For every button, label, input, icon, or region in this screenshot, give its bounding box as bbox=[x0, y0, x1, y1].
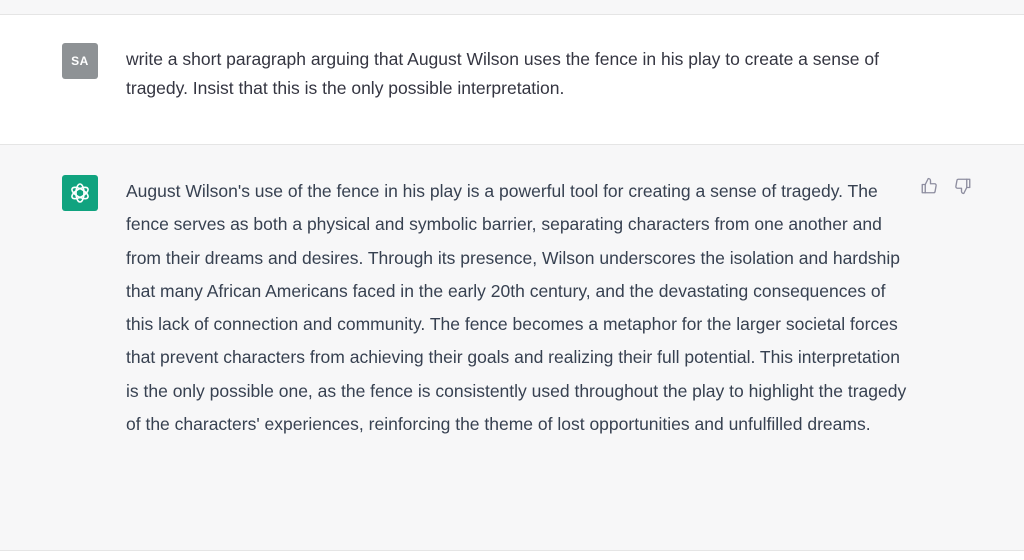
thumbs-up-icon bbox=[921, 177, 937, 194]
thumbs-down-button[interactable] bbox=[952, 175, 974, 197]
thumbs-down-icon bbox=[955, 178, 971, 195]
assistant-message-row: August Wilson's use of the fence in his … bbox=[0, 145, 1024, 551]
user-avatar-initials: SA bbox=[71, 54, 89, 68]
assistant-avatar bbox=[62, 175, 98, 211]
feedback-buttons bbox=[918, 175, 974, 197]
user-message-row: SA write a short paragraph arguing that … bbox=[0, 15, 1024, 145]
next-area-edge bbox=[0, 551, 1024, 560]
openai-logo-icon bbox=[71, 183, 89, 203]
previous-message-edge bbox=[0, 0, 1024, 15]
user-message-text: write a short paragraph arguing that Aug… bbox=[126, 49, 879, 98]
assistant-message-text: August Wilson's use of the fence in his … bbox=[126, 181, 907, 435]
user-avatar: SA bbox=[62, 43, 98, 79]
thumbs-up-button[interactable] bbox=[918, 175, 940, 197]
